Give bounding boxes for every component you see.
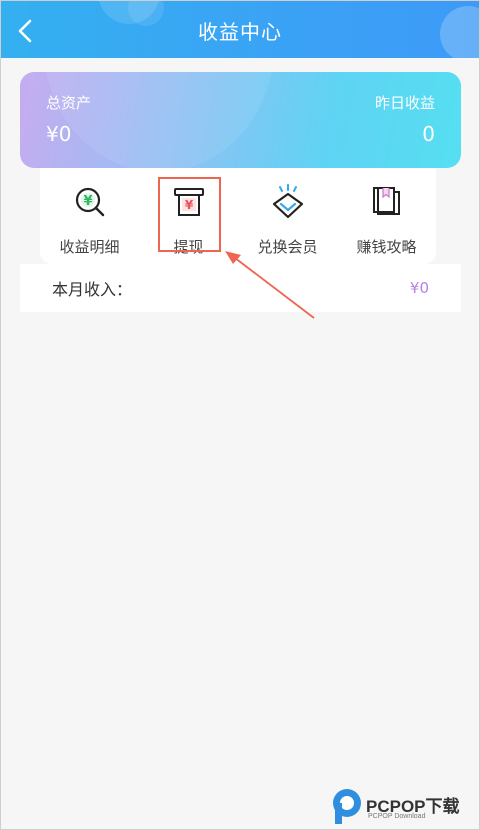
pcpop-logo-icon: [333, 789, 361, 824]
watermark: PCPOP下载 PCPOP Download: [330, 786, 480, 826]
yesterday-income-label: 昨日收益: [374, 94, 435, 112]
total-assets-label: 总资产: [46, 94, 92, 112]
svg-text:¥: ¥: [184, 198, 193, 212]
menu-label-exchange-membership: 兑换会员: [257, 238, 318, 256]
monthly-income-row: 本月收入： ¥0: [20, 264, 461, 312]
menu-label-income-detail: 收益明细: [59, 238, 120, 256]
menu-label-withdraw: 提现: [173, 238, 204, 256]
app-header: 收益中心: [0, 0, 480, 58]
yesterday-income-value: 0: [422, 122, 435, 146]
menu-item-income-detail[interactable]: ¥ 收益明细: [40, 168, 139, 264]
diamond-icon: [270, 184, 306, 220]
total-assets-value: ¥0: [46, 122, 72, 146]
monthly-income-value: ¥0: [409, 279, 429, 297]
balance-card: 总资产 昨日收益 ¥0 0: [20, 72, 461, 168]
svg-text:¥: ¥: [83, 194, 92, 209]
menu-label-earning-guide: 赚钱攻略: [356, 238, 417, 256]
monthly-income-label: 本月收入：: [52, 280, 133, 299]
menu-item-earning-guide[interactable]: 赚钱攻略: [337, 168, 436, 264]
card-decoration: [44, 72, 274, 168]
guide-book-icon: [369, 184, 405, 220]
page-title: 收益中心: [198, 20, 282, 44]
withdraw-icon: ¥: [171, 184, 207, 220]
menu-item-exchange-membership[interactable]: 兑换会员: [238, 168, 337, 264]
income-detail-icon: ¥: [72, 184, 108, 220]
menu-item-withdraw[interactable]: ¥ 提现: [139, 168, 238, 264]
action-menu: ¥ 收益明细 ¥ 提现 兑换会员 赚钱攻略: [40, 168, 436, 264]
watermark-subtext: PCPOP Download: [368, 813, 426, 820]
